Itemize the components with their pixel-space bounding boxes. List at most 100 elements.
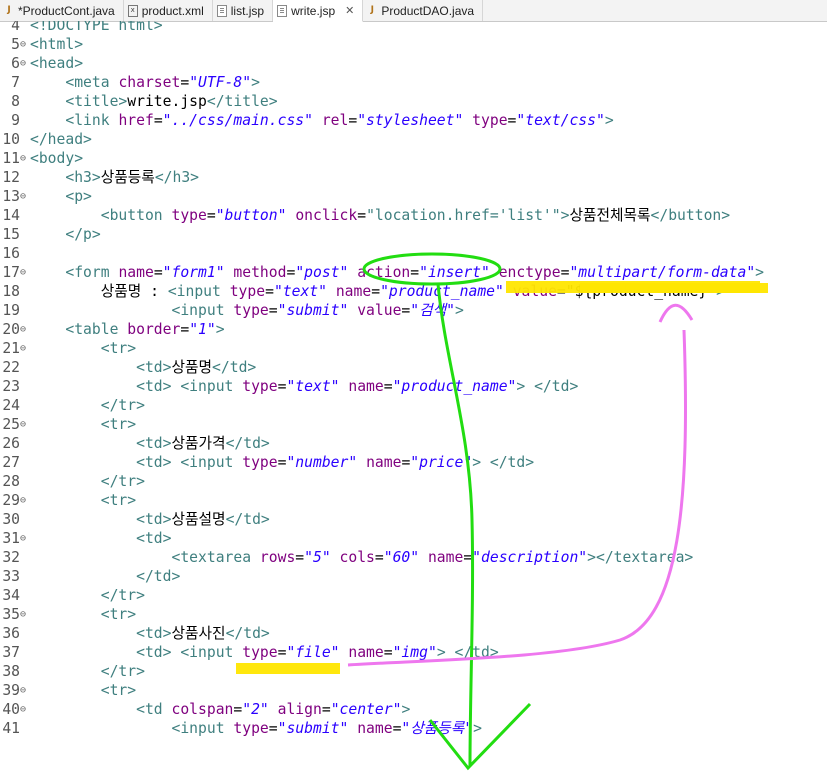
code-line: 13⊖ <p> [0,187,764,206]
token: "검색" [410,302,455,319]
fold-toggle-icon[interactable]: ⊖ [20,263,30,282]
token: type [171,207,207,224]
token: value [512,283,557,300]
code-line: 35⊖ <tr> [0,605,764,624]
fold-toggle-icon[interactable]: ⊖ [20,187,30,206]
code-text: <form name="form1" method="post" action=… [30,264,764,281]
code-line: 40⊖ <td colspan="2" align="center"> [0,700,764,719]
code-text: <input type="submit" value="검색"> [30,302,463,319]
tab-productdao-java[interactable]: J ProductDAO.java [363,0,484,21]
token: = [556,283,566,300]
token: "price" [410,454,473,471]
line-number: 14 [2,207,20,224]
token: "stylesheet" [357,112,464,129]
fold-toggle-icon[interactable]: ⊖ [20,339,30,358]
fold-toggle-icon[interactable]: ⊖ [20,54,30,73]
code-line: 14 <button type="button" onclick="locati… [0,206,764,225]
fold-toggle-icon[interactable]: ⊖ [20,415,30,434]
token: type [229,283,266,300]
token: "form1" [162,264,225,281]
code-editor[interactable]: 4 <!DOCTYPE html> 5⊖ <html> 6⊖ <head> 7 <meta … [0,21,827,772]
token: <body> [30,150,84,167]
code-line: 8 <title>write.jsp</title> [0,92,764,111]
line-number: 25 [2,416,20,433]
token: = [206,207,216,224]
token: = [153,264,163,281]
java-file-icon: J [370,5,375,15]
tab-label: product.xml [141,3,204,18]
token: cols [339,549,375,566]
line-number: 16 [2,245,20,262]
line-number: 7 [11,74,20,91]
line-number: 20 [2,321,20,338]
line-number: 28 [2,473,20,490]
code-text: <!DOCTYPE html> [30,21,163,34]
line-number: 18 [2,283,20,300]
tab-productcont-java[interactable]: J *ProductCont.java [0,0,124,21]
fold-toggle-icon[interactable]: ⊖ [20,681,30,700]
close-icon[interactable]: ✕ [345,4,354,17]
code-text: </tr> [30,587,145,604]
token: method [233,264,287,281]
fold-toggle-icon[interactable]: ⊖ [20,491,30,510]
token: "상품등록" [401,720,474,737]
token: 상품전체목록 [569,207,651,224]
fold-toggle-icon[interactable]: ⊖ [20,700,30,719]
token: write.jsp [127,93,207,110]
code-text: <meta charset="UTF-8"> [30,74,260,91]
fold-toggle-icon[interactable]: ⊖ [20,320,30,339]
code-line: 17⊖ <form name="form1" method="post" act… [0,263,764,282]
token: > [401,701,411,718]
code-line: 23 <td> <input type="text" name="product… [0,377,764,396]
token: "multipart/form-data" [569,264,756,281]
fold-toggle-icon[interactable]: ⊖ [20,149,30,168]
code-text: <td> <input type="number" name="price"> … [30,454,534,471]
code-line: 12 <h3>상품등록</h3> [0,168,764,187]
token: href [118,112,154,129]
tab-list-jsp[interactable]: list.jsp [213,0,274,21]
token: > [215,321,225,338]
token: type [242,454,278,471]
fold-toggle-icon[interactable]: ⊖ [20,605,30,624]
token: = [321,701,331,718]
code-line: 36 <td>상품사진</td> [0,624,764,643]
token: </head> [30,131,92,148]
code-text: <td colspan="2" align="center"> [30,701,410,718]
token: value [357,302,402,319]
token: "file" [286,644,340,661]
tab-product-xml[interactable]: x product.xml [124,0,213,21]
fold-toggle-icon[interactable]: ⊖ [20,35,30,54]
code-line: 38 </tr> [0,662,764,681]
token: 상품설명 [171,511,226,528]
code-text: <td>상품가격</td> [30,435,270,452]
token: <!DOCTYPE html> [30,21,163,34]
token: align [277,701,322,718]
token: <html> [30,36,84,53]
token: <form [65,264,119,281]
code-text: </tr> [30,663,145,680]
line-number: 12 [2,169,20,186]
code-text: <td> <input type="text" name="product_na… [30,378,578,395]
token: <tr> [100,606,137,623]
token: onclick [295,207,358,224]
line-number: 41 [2,720,20,737]
line-number: 39 [2,682,20,699]
line-number: 33 [2,568,20,585]
fold-toggle-icon[interactable]: ⊖ [20,529,30,548]
code-text: <input type="submit" name="상품등록"> [30,720,482,737]
tab-write-jsp[interactable]: write.jsp ✕ [273,0,364,22]
